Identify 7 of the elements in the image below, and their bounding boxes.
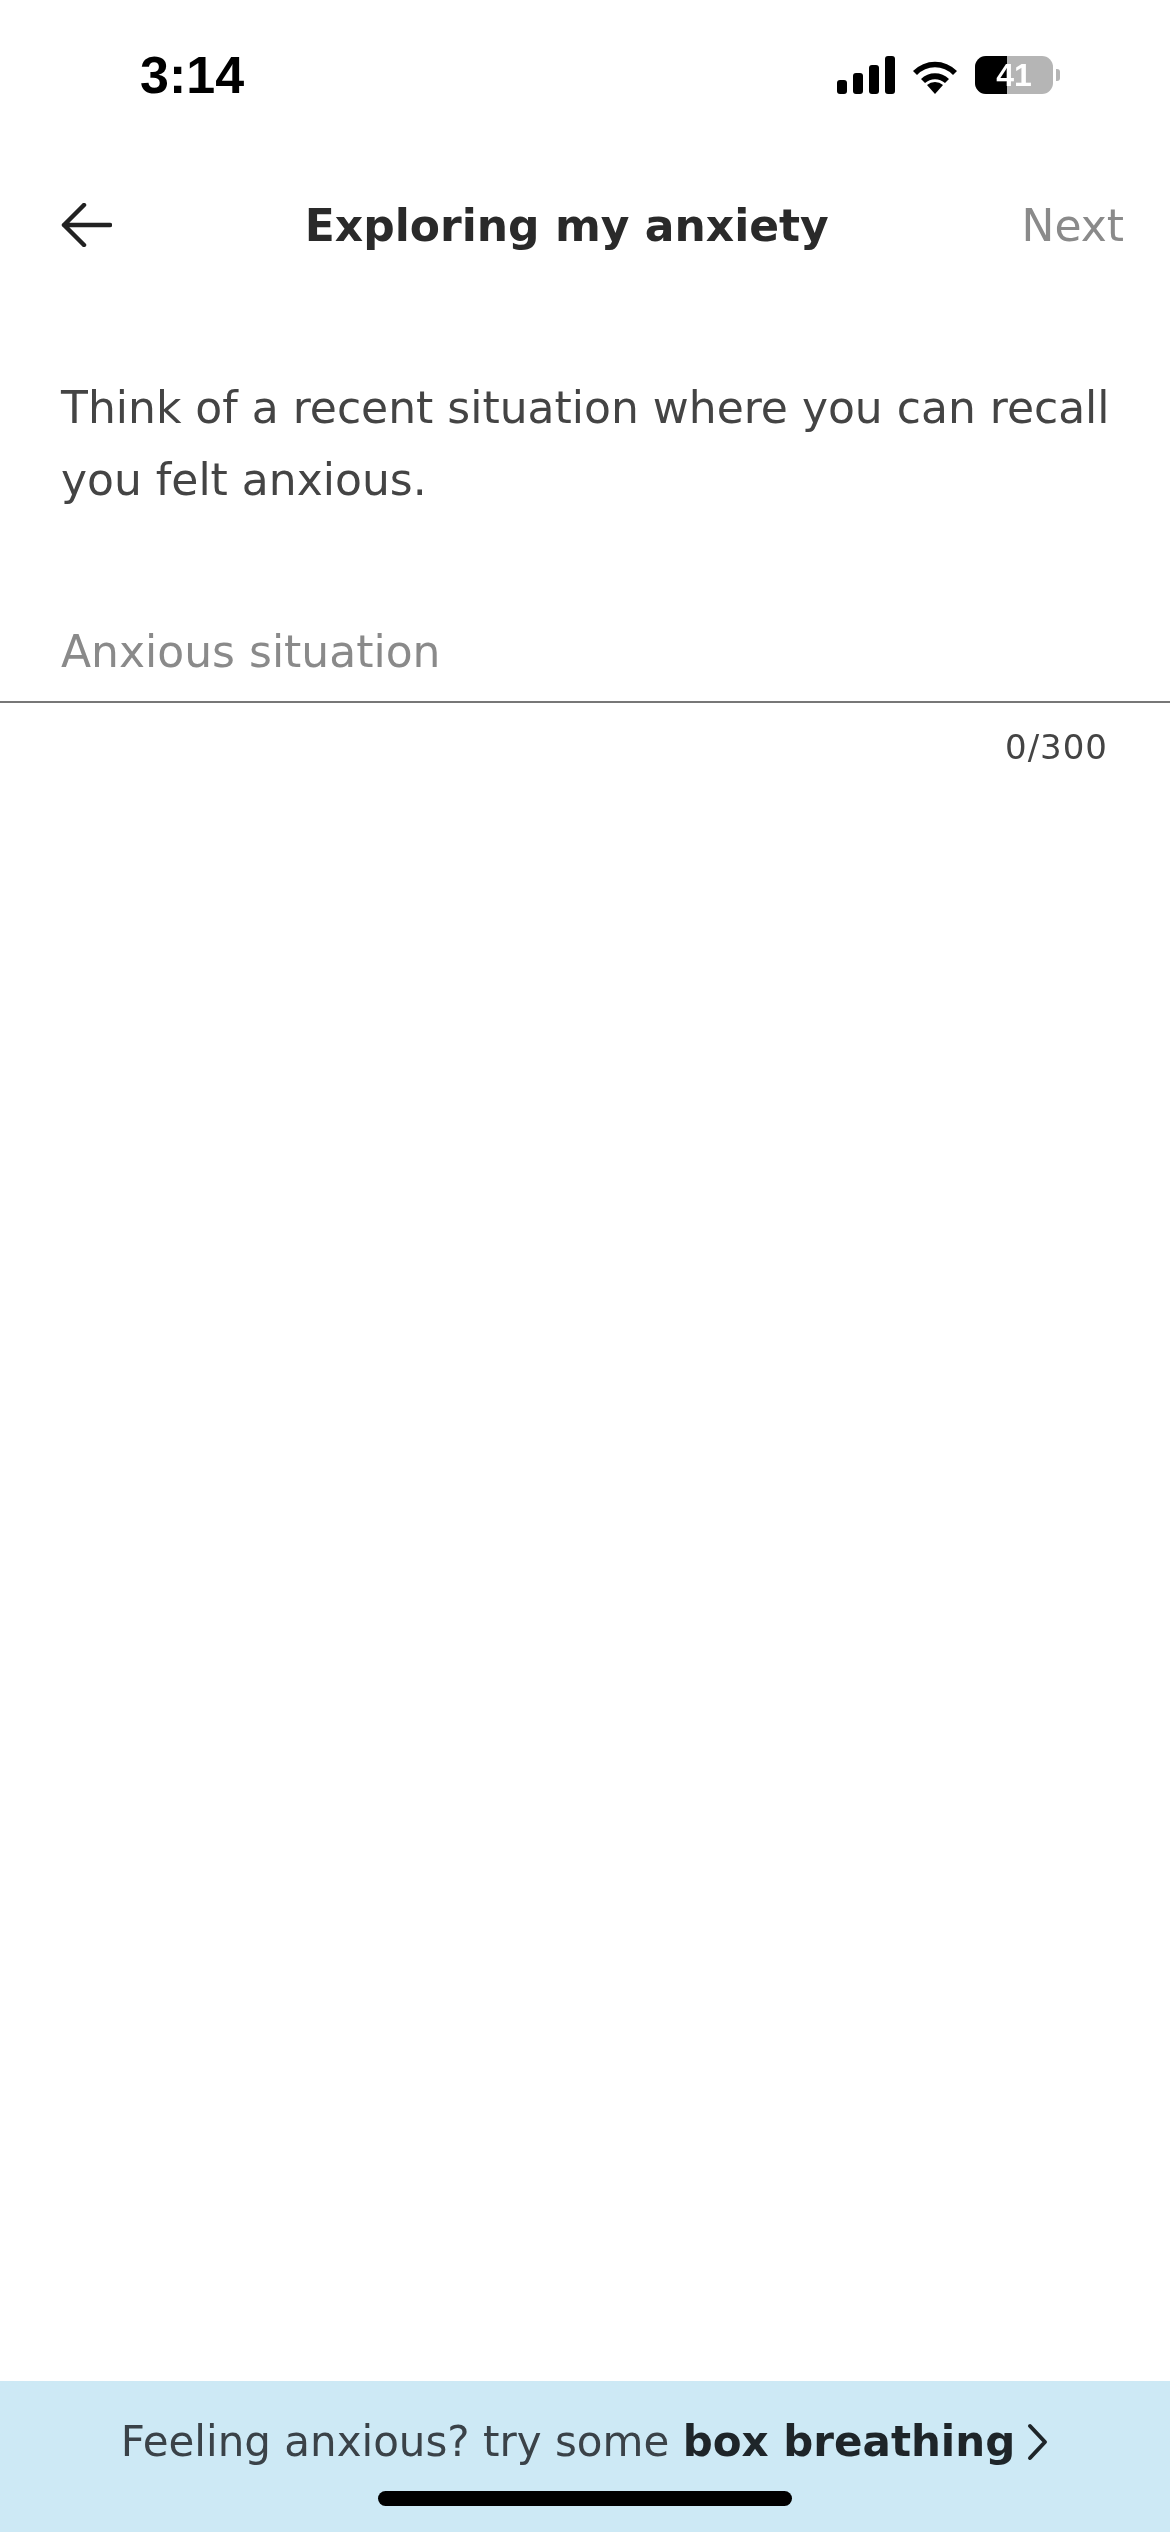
situation-input-field[interactable]: Anxious situation [0,626,1170,703]
status-time: 3:14 [140,45,245,105]
prompt-text: Think of a recent situation where you can recall you felt anxious. [61,381,1110,507]
screen-title: Exploring my anxiety [304,199,829,251]
box-breathing-banner[interactable]: Feeling anxious? try some box breathing [0,2381,1170,2532]
character-counter: 0/300 [1005,727,1108,767]
signal-icon [837,56,895,94]
